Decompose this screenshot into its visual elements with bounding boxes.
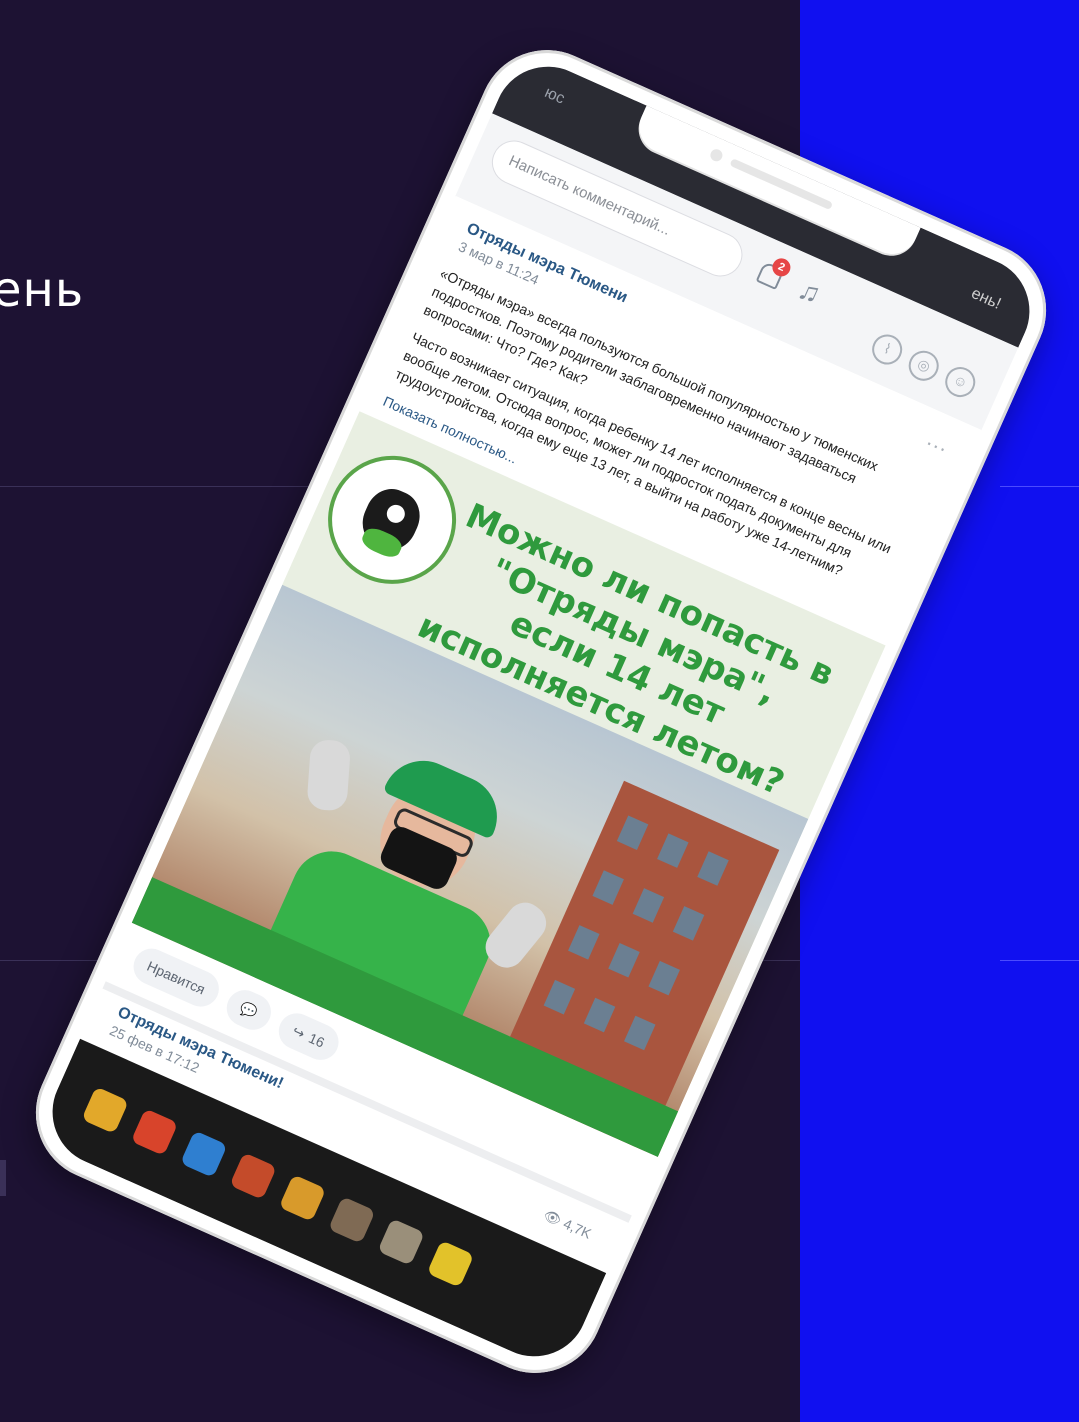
edge-mark	[0, 1160, 6, 1196]
divider	[1000, 486, 1079, 487]
hero-text: ень	[0, 262, 85, 318]
app-icon[interactable]	[426, 1240, 475, 1288]
comment-icon: 💬	[237, 998, 261, 1021]
share-icon: ↪	[290, 1022, 308, 1042]
peace-sign-hand	[306, 738, 352, 812]
camera-dot	[708, 147, 725, 164]
app-icon[interactable]	[81, 1086, 129, 1134]
app-icon[interactable]	[278, 1174, 327, 1222]
app-icon[interactable]	[377, 1218, 425, 1266]
app-icon[interactable]	[229, 1152, 277, 1200]
top-tab-right[interactable]: ень!	[968, 285, 1004, 314]
app-icon[interactable]	[180, 1130, 228, 1178]
share-count: 16	[306, 1029, 328, 1051]
top-tab-left[interactable]: юс	[542, 84, 567, 109]
share-button[interactable]: ↪ 16	[273, 1007, 344, 1066]
divider	[1000, 960, 1079, 961]
like-label: Нравится	[144, 957, 208, 998]
app-icon[interactable]	[328, 1196, 376, 1244]
comment-button[interactable]: 💬	[220, 984, 277, 1036]
music-icon[interactable]: ♫	[793, 273, 826, 311]
app-icon[interactable]	[130, 1108, 179, 1156]
